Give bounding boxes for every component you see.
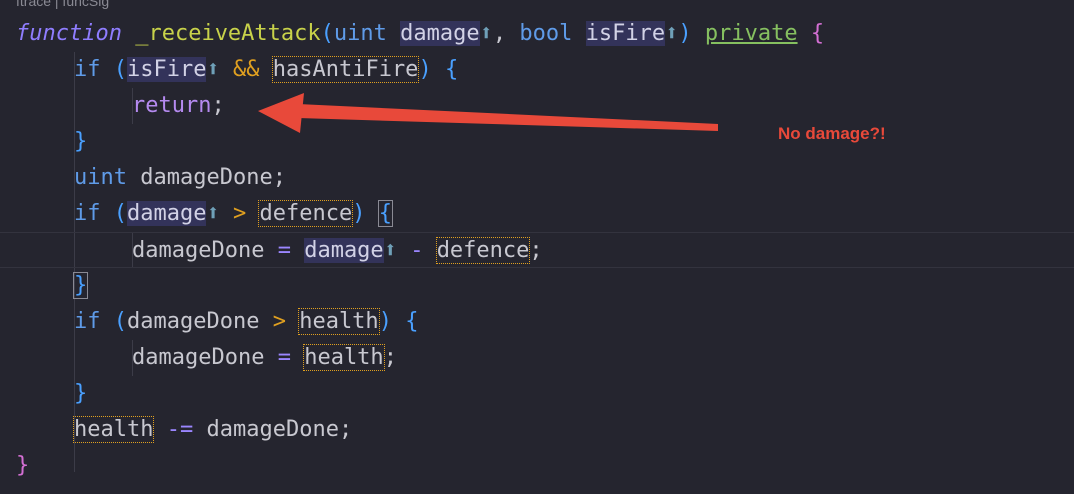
semicolon: ; xyxy=(338,417,353,442)
arrow-up-icon: ⬆ xyxy=(665,21,679,46)
var-damagedone: damageDone xyxy=(132,345,265,370)
paren: ) xyxy=(352,201,366,226)
arrow-up-icon: ⬆ xyxy=(206,201,220,226)
comma: , xyxy=(492,21,507,46)
code-line-10[interactable]: damageDone = health; xyxy=(0,340,1074,376)
code-line-13[interactable]: } xyxy=(0,448,1074,484)
semicolon: ; xyxy=(529,238,543,263)
code-line-3[interactable]: return; xyxy=(0,88,1074,124)
var-health: health xyxy=(72,416,155,443)
brace: { xyxy=(377,200,393,227)
code-editor[interactable]: ftrace | funcSig function _receiveAttack… xyxy=(0,0,1074,494)
paren: ( xyxy=(320,21,334,46)
keyword-if: if xyxy=(74,201,101,226)
paren: ( xyxy=(113,57,127,82)
brace: { xyxy=(405,309,419,334)
operator-assign: = xyxy=(277,345,291,370)
keyword-function: function xyxy=(16,21,122,46)
arrow-up-icon: ⬆ xyxy=(206,57,220,82)
code-line-2[interactable]: if (isFire⬆ && hasAntiFire) { xyxy=(0,52,1074,88)
var-defence: defence xyxy=(435,237,531,264)
operator-minus: - xyxy=(410,238,424,263)
param-damage: damage xyxy=(127,201,207,226)
var-health: health xyxy=(303,344,385,371)
keyword-private: private xyxy=(704,21,798,46)
keyword-if: if xyxy=(74,57,101,82)
operator-and: && xyxy=(232,57,260,82)
codelens-hint[interactable]: ftrace | funcSig xyxy=(16,0,109,10)
code-line-9[interactable]: if (damageDone > health) { xyxy=(0,304,1074,340)
brace: } xyxy=(74,129,88,154)
code-line-12[interactable]: health -= damageDone; xyxy=(0,412,1074,448)
operator-gt: > xyxy=(232,201,247,226)
param-isfire: isFire xyxy=(127,57,207,82)
code-line-8[interactable]: } xyxy=(0,268,1074,304)
type-uint: uint xyxy=(74,165,127,190)
paren: ) xyxy=(418,57,432,82)
param-damage: damage xyxy=(304,238,384,263)
operator-assign: = xyxy=(277,238,291,263)
arrow-up-icon: ⬆ xyxy=(383,238,397,263)
arrow-up-icon: ⬆ xyxy=(479,21,493,46)
keyword-if: if xyxy=(74,309,101,334)
paren: ( xyxy=(113,201,127,226)
type-bool: bool xyxy=(519,21,573,46)
semicolon: ; xyxy=(211,93,225,118)
code-line-6[interactable]: if (damage⬆ > defence) { xyxy=(0,196,1074,232)
semicolon: ; xyxy=(272,165,286,190)
type-uint: uint xyxy=(333,21,387,46)
brace: } xyxy=(72,272,89,299)
semicolon: ; xyxy=(383,345,397,370)
param-damage: damage xyxy=(400,21,480,46)
code-line-1[interactable]: function _receiveAttack(uint damage⬆, bo… xyxy=(0,16,1074,52)
code-line-4[interactable]: } xyxy=(0,124,1074,160)
brace: } xyxy=(74,381,88,406)
code-line-5[interactable]: uint damageDone; xyxy=(0,160,1074,196)
var-damagedone: damageDone xyxy=(127,309,260,334)
paren: ( xyxy=(113,309,127,334)
var-damagedone: damageDone xyxy=(140,165,273,190)
brace: { xyxy=(444,57,459,82)
brace: } xyxy=(16,453,30,478)
code-line-7[interactable]: damageDone = damage⬆ - defence; xyxy=(0,232,1074,268)
annotation-text: No damage?! xyxy=(778,124,886,143)
brace: { xyxy=(810,21,825,46)
function-name: _receiveAttack xyxy=(135,21,321,46)
paren: ) xyxy=(678,21,692,46)
var-health: health xyxy=(298,308,380,335)
operator-gt: > xyxy=(272,309,286,334)
var-hasantifire: hasAntiFire xyxy=(271,56,420,83)
param-isfire: isFire xyxy=(585,21,666,46)
keyword-return: return xyxy=(132,93,212,118)
var-defence: defence xyxy=(258,200,354,227)
code-line-11[interactable]: } xyxy=(0,376,1074,412)
paren: ) xyxy=(378,309,392,334)
var-damagedone: damageDone xyxy=(132,238,265,263)
var-damagedone: damageDone xyxy=(206,417,339,442)
operator-subassign: -= xyxy=(166,417,194,442)
